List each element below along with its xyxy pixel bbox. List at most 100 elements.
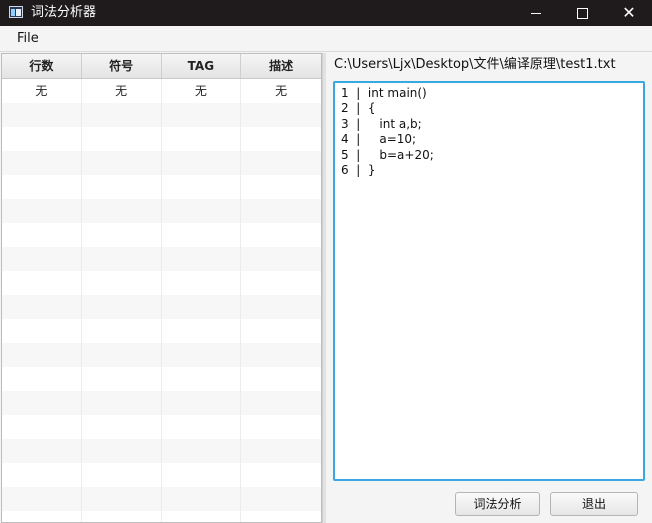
table-cell[interactable]	[2, 367, 82, 391]
table-cell[interactable]	[82, 463, 162, 487]
table-row[interactable]	[2, 199, 321, 223]
column-header-tag[interactable]: TAG	[162, 54, 242, 78]
table-row[interactable]	[2, 415, 321, 439]
table-cell[interactable]	[2, 343, 82, 367]
table-row[interactable]	[2, 103, 321, 127]
source-code-text[interactable]: 1 | int main() 2 | { 3 | int a,b; 4 | a=…	[335, 83, 643, 181]
table-row[interactable]	[2, 463, 321, 487]
table-cell[interactable]	[241, 391, 321, 415]
table-cell[interactable]	[241, 271, 321, 295]
table-cell[interactable]	[241, 487, 321, 511]
table-cell[interactable]	[82, 439, 162, 463]
table-cell[interactable]	[162, 343, 242, 367]
table-cell[interactable]	[82, 511, 162, 522]
table-cell[interactable]	[2, 391, 82, 415]
table-cell[interactable]	[241, 247, 321, 271]
table-cell[interactable]	[162, 175, 242, 199]
table-cell[interactable]	[241, 319, 321, 343]
table-cell[interactable]: 无	[82, 79, 162, 103]
table-cell[interactable]	[82, 127, 162, 151]
table-row[interactable]	[2, 367, 321, 391]
table-row[interactable]	[2, 151, 321, 175]
table-cell[interactable]	[241, 415, 321, 439]
table-cell[interactable]	[162, 271, 242, 295]
table-cell[interactable]	[241, 343, 321, 367]
table-cell[interactable]	[2, 415, 82, 439]
table-cell[interactable]	[2, 295, 82, 319]
table-cell[interactable]	[162, 511, 242, 522]
table-cell[interactable]	[162, 463, 242, 487]
table-row[interactable]	[2, 319, 321, 343]
table-cell[interactable]	[2, 223, 82, 247]
table-cell[interactable]	[2, 199, 82, 223]
table-cell[interactable]	[82, 487, 162, 511]
table-cell[interactable]: 无	[241, 79, 321, 103]
minimize-button[interactable]	[513, 0, 559, 26]
table-cell[interactable]: 无	[162, 79, 242, 103]
table-cell[interactable]	[162, 247, 242, 271]
table-cell[interactable]	[82, 247, 162, 271]
table-cell[interactable]	[162, 439, 242, 463]
table-cell[interactable]	[2, 463, 82, 487]
table-row[interactable]	[2, 343, 321, 367]
table-cell[interactable]	[2, 271, 82, 295]
table-cell[interactable]	[241, 367, 321, 391]
table-cell[interactable]	[162, 415, 242, 439]
table-cell[interactable]	[162, 391, 242, 415]
table-cell[interactable]	[241, 511, 321, 522]
table-cell[interactable]	[82, 367, 162, 391]
table-cell[interactable]	[82, 223, 162, 247]
table-cell[interactable]	[241, 463, 321, 487]
table-cell[interactable]	[82, 343, 162, 367]
table-cell[interactable]	[82, 151, 162, 175]
table-row[interactable]	[2, 247, 321, 271]
table-row[interactable]	[2, 223, 321, 247]
table-cell[interactable]	[2, 319, 82, 343]
table-cell[interactable]	[241, 175, 321, 199]
table-cell[interactable]	[162, 199, 242, 223]
table-row[interactable]	[2, 511, 321, 522]
table-cell[interactable]	[241, 199, 321, 223]
table-cell[interactable]	[162, 295, 242, 319]
table-cell[interactable]	[162, 151, 242, 175]
column-header-description[interactable]: 描述	[241, 54, 321, 78]
table-row[interactable]: 无无无无	[2, 79, 321, 103]
table-cell[interactable]	[162, 319, 242, 343]
table-cell[interactable]	[2, 151, 82, 175]
table-cell[interactable]	[241, 127, 321, 151]
analyze-button[interactable]: 词法分析	[455, 492, 540, 516]
table-cell[interactable]	[82, 199, 162, 223]
table-cell[interactable]	[162, 367, 242, 391]
table-cell[interactable]	[2, 247, 82, 271]
table-cell[interactable]	[82, 391, 162, 415]
source-code-editor[interactable]: 1 | int main() 2 | { 3 | int a,b; 4 | a=…	[333, 81, 645, 481]
table-row[interactable]	[2, 271, 321, 295]
split-divider[interactable]	[322, 53, 326, 523]
table-cell[interactable]	[241, 295, 321, 319]
table-cell[interactable]	[162, 103, 242, 127]
table-cell[interactable]	[2, 103, 82, 127]
close-button[interactable]: ✕	[606, 0, 652, 26]
table-row[interactable]	[2, 439, 321, 463]
menu-file[interactable]: File	[10, 30, 46, 47]
table-cell[interactable]	[2, 487, 82, 511]
maximize-button[interactable]	[559, 0, 605, 26]
table-cell[interactable]	[2, 175, 82, 199]
table-cell[interactable]	[82, 175, 162, 199]
table-row[interactable]	[2, 127, 321, 151]
table-cell[interactable]	[241, 439, 321, 463]
table-row[interactable]	[2, 295, 321, 319]
table-cell[interactable]	[2, 439, 82, 463]
table-cell[interactable]: 无	[2, 79, 82, 103]
table-cell[interactable]	[82, 271, 162, 295]
table-row[interactable]	[2, 175, 321, 199]
table-row[interactable]	[2, 391, 321, 415]
table-cell[interactable]	[241, 151, 321, 175]
table-cell[interactable]	[2, 127, 82, 151]
table-cell[interactable]	[241, 223, 321, 247]
table-cell[interactable]	[82, 415, 162, 439]
table-cell[interactable]	[82, 103, 162, 127]
exit-button[interactable]: 退出	[550, 492, 638, 516]
table-cell[interactable]	[162, 223, 242, 247]
column-header-symbol[interactable]: 符号	[82, 54, 162, 78]
